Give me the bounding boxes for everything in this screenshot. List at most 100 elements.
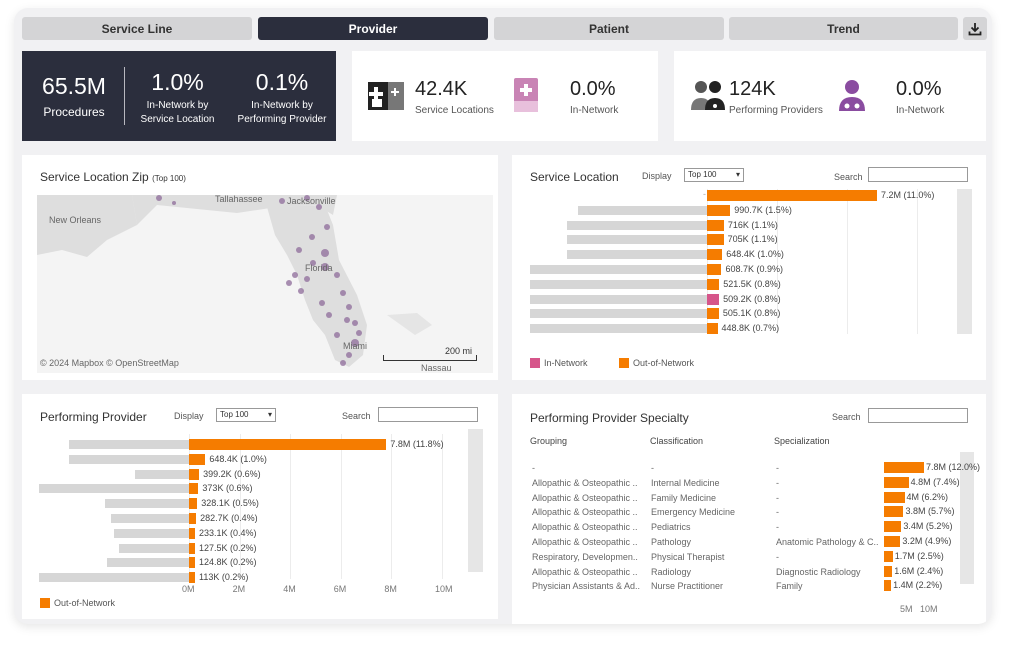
specialty-bar xyxy=(884,491,905,503)
dashboard-frame: Service Line Provider Patient Trend 65.5… xyxy=(14,8,992,624)
specialty-panel: Performing Provider Specialty Search Gro… xyxy=(512,394,986,624)
service-location-title: Service Location xyxy=(530,170,619,184)
specialty-bar-label: 7.8M (12.0%) xyxy=(926,462,981,472)
kpi-summary-card: 65.5M Procedures 1.0% In-Network by Serv… xyxy=(22,51,336,141)
specialty-classification-cell: Radiology xyxy=(651,566,692,577)
specialty-axis-tick: 10M xyxy=(920,604,938,614)
pp-gray-bar xyxy=(69,440,189,449)
pp-gridline xyxy=(290,434,292,579)
sl-out-network-bar xyxy=(707,204,731,216)
specialty-classification-cell: - xyxy=(651,463,654,473)
specialty-specialization-cell: - xyxy=(776,463,779,473)
sl-bar-label: 509.2K (0.8%) xyxy=(723,293,781,304)
specialty-grouping-cell: Allopathic & Osteopathic .. xyxy=(532,537,638,547)
sl-out-network-bar xyxy=(707,234,724,246)
header-grouping: Grouping xyxy=(530,436,568,446)
providers-value: 124K xyxy=(729,78,776,100)
specialty-bar-label: 1.4M (2.2%) xyxy=(893,580,943,591)
pp-gridline xyxy=(340,434,342,579)
sl-dash-label: - xyxy=(703,189,706,199)
locations-in-network-value: 0.0% xyxy=(570,78,616,100)
specialty-classification-cell: Pediatrics xyxy=(651,522,691,533)
locations-label: Service Locations xyxy=(415,105,494,116)
sl-out-network-bar xyxy=(707,219,724,231)
performing-provider-display-select[interactable]: Top 100 xyxy=(216,408,276,422)
specialty-grouping-cell: Allopathic & Osteopathic .. xyxy=(532,507,638,518)
procedures-value: 65.5M xyxy=(42,73,106,99)
map-title-small: (Top 100) xyxy=(152,174,186,183)
specialty-search-input[interactable] xyxy=(868,408,968,423)
map-label-new-orleans: New Orleans xyxy=(49,215,102,225)
tab-trend[interactable]: Trend xyxy=(729,17,958,40)
map-canvas xyxy=(37,195,493,373)
map-scale-label: 200 mi xyxy=(445,346,473,356)
map-label-tallahassee: Tallahassee xyxy=(215,195,263,204)
legend-out-network-swatch xyxy=(619,358,629,368)
performing-provider-title: Performing Provider xyxy=(40,410,147,424)
pp-axis-tick: 8M xyxy=(384,584,397,594)
legend-in-network-swatch xyxy=(530,358,540,368)
pp-out-network-bar xyxy=(189,527,195,539)
providers-in-network-label: In-Network xyxy=(896,105,945,116)
specialty-bar-label: 4.8M (7.4%) xyxy=(910,476,960,487)
performing-provider-scrollbar[interactable] xyxy=(468,429,483,572)
sl-out-network-bar xyxy=(707,308,719,320)
pp-gray-bar xyxy=(39,484,189,494)
sl-gray-bar xyxy=(567,220,707,230)
tab-service-line[interactable]: Service Line xyxy=(22,17,252,40)
kpi-locations-card: 42.4K Service Locations 0.0% In-Network xyxy=(352,51,658,141)
in-network-svc-label-2: Service Location xyxy=(140,114,215,125)
pp-bar-label: 124.8K (0.2%) xyxy=(199,557,257,568)
pp-out-network-bar xyxy=(189,498,198,510)
map-label-miami: Miami xyxy=(343,341,367,351)
sl-bar-label: 608.7K (0.9%) xyxy=(725,264,783,274)
specialty-grouping-cell: Physician Assistants & Ad.. xyxy=(532,581,641,592)
performing-provider-display-label: Display xyxy=(174,411,204,421)
pp-out-network-bar xyxy=(189,557,195,569)
specialty-bar-label: 1.6M (2.4%) xyxy=(894,565,944,576)
map-label-nassau: Nassau xyxy=(421,363,452,373)
sl-gray-bar xyxy=(530,294,707,304)
specialty-grouping-cell: Allopathic & Osteopathic .. xyxy=(532,477,638,488)
service-location-display-label: Display xyxy=(642,171,672,181)
pp-bar-label: 282.7K (0.4%) xyxy=(200,513,258,523)
specialty-bar xyxy=(884,462,924,473)
performing-provider-search-input[interactable] xyxy=(378,407,478,422)
service-location-display-select[interactable]: Top 100 xyxy=(684,168,744,182)
locations-value: 42.4K xyxy=(415,78,468,100)
pp-axis-tick: 10M xyxy=(435,584,453,594)
specialty-specialization-cell: - xyxy=(776,507,779,518)
specialty-bar-label: 1.7M (2.5%) xyxy=(894,550,944,561)
divider xyxy=(124,67,125,125)
specialty-bar-label: 3.2M (4.9%) xyxy=(902,536,952,546)
pp-bar-label: 648.4K (1.0%) xyxy=(209,453,267,464)
specialty-title: Performing Provider Specialty xyxy=(530,411,689,425)
sl-gray-bar xyxy=(567,235,707,245)
performing-provider-panel: Performing Provider Display Top 100 Sear… xyxy=(22,394,498,619)
in-network-prov-value: 0.1% xyxy=(255,69,309,95)
sl-gridline xyxy=(847,189,848,334)
performing-provider-search-label: Search xyxy=(342,411,371,421)
florida-map[interactable]: New Orleans Tallahassee Jacksonville Flo… xyxy=(37,195,493,373)
pp-axis-tick: 4M xyxy=(283,584,296,594)
sl-bar-label: 505.1K (0.8%) xyxy=(722,308,781,319)
pp-gray-bar xyxy=(135,469,189,479)
pp-gray-bar xyxy=(39,573,189,583)
service-location-scrollbar[interactable] xyxy=(957,189,972,334)
specialty-bar xyxy=(884,476,909,488)
specialty-bar xyxy=(884,580,892,592)
in-network-svc-label-1: In-Network by xyxy=(146,100,209,111)
sl-gray-bar xyxy=(577,205,707,215)
tab-provider[interactable]: Provider xyxy=(258,17,488,40)
sl-gray-bar xyxy=(530,279,707,289)
map-label-jacksonville: Jacksonville xyxy=(287,196,336,206)
sl-gray-bar xyxy=(530,265,707,274)
specialty-grouping-cell: Allopathic & Osteopathic .. xyxy=(532,492,638,503)
specialty-bar xyxy=(884,565,893,577)
download-button[interactable] xyxy=(963,17,987,40)
pp-bar-label: 233.1K (0.4%) xyxy=(199,527,257,538)
tab-patient[interactable]: Patient xyxy=(494,17,724,40)
map-panel: Service Location Zip (Top 100) New Orlea… xyxy=(22,155,498,380)
service-location-search-input[interactable] xyxy=(868,167,968,182)
specialty-classification-cell: Nurse Practitioner xyxy=(651,581,724,592)
